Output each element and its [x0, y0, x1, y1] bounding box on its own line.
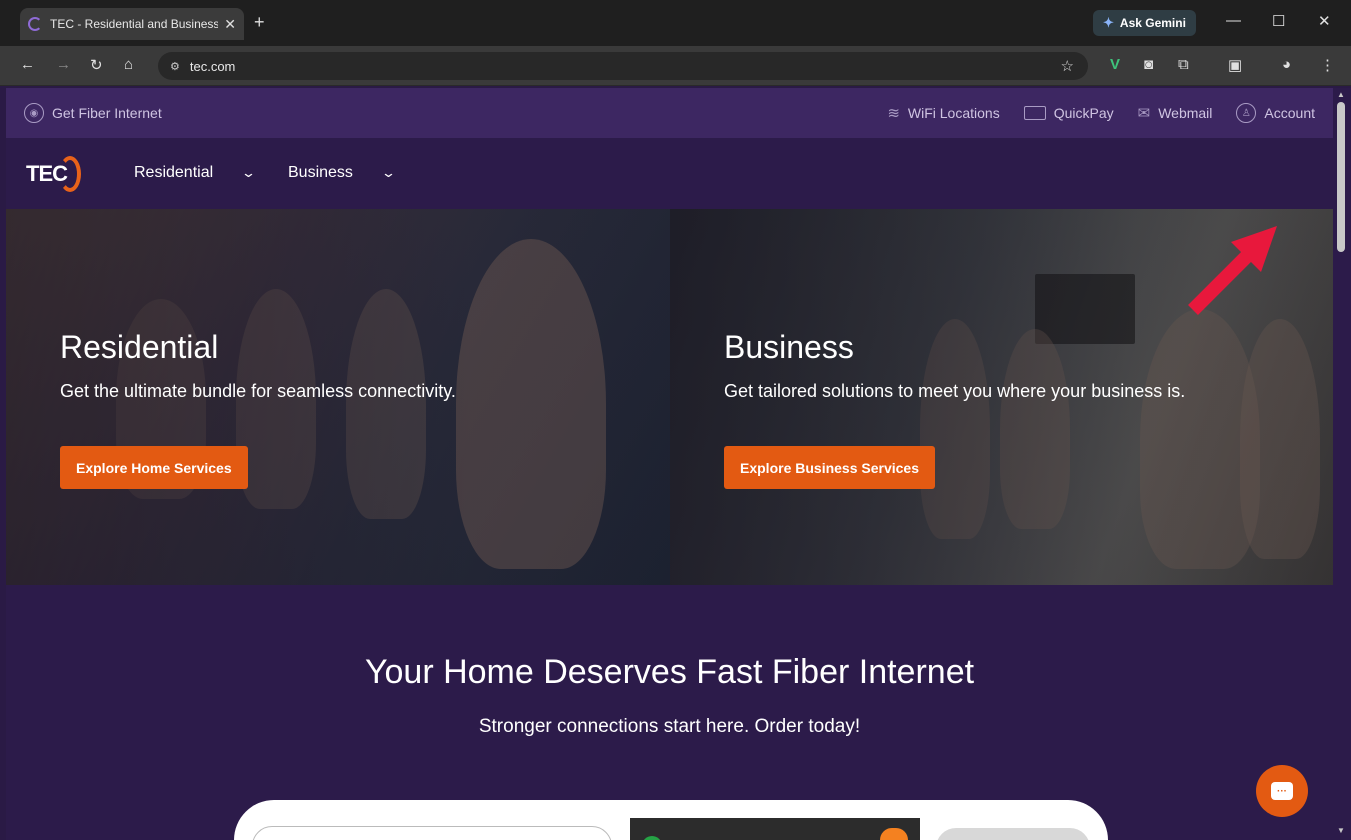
ask-gemini-button[interactable]: ✦ Ask Gemini [1093, 10, 1196, 36]
minimize-button[interactable]: — [1226, 12, 1241, 29]
address-bar[interactable]: ⚙ tec.com ☆ [158, 52, 1088, 80]
site-info-icon[interactable]: ⚙ [170, 60, 180, 73]
account-label: Account [1264, 105, 1315, 121]
logo-arc-icon [59, 156, 81, 192]
reload-icon[interactable]: ↻ [90, 56, 103, 74]
browser-menu-icon[interactable]: ⋮ [1320, 56, 1335, 74]
captcha-check-icon [642, 836, 662, 840]
fiber-signal-icon: ◉ [24, 103, 44, 123]
back-arrow-icon[interactable]: ← [20, 56, 35, 73]
scrollbar-thumb[interactable] [1337, 102, 1345, 252]
nav-residential-label: Residential [134, 164, 214, 181]
nav-residential[interactable]: Residential ⌄ [134, 164, 257, 182]
chat-button[interactable]: ··· [1256, 765, 1308, 817]
tec-logo[interactable]: TEC [26, 156, 81, 192]
address-input[interactable] [252, 826, 612, 840]
wifi-icon: ≋ [887, 105, 900, 122]
utility-bar: ◉ Get Fiber Internet ≋ WiFi Locations Qu… [6, 88, 1333, 138]
hero-business-title: Business [724, 329, 854, 365]
account-link[interactable]: ♙ Account [1236, 103, 1315, 123]
page-scrollbar[interactable]: ▲ ▼ [1333, 88, 1351, 840]
bookmark-star-icon[interactable]: ☆ [1061, 57, 1074, 75]
ask-gemini-label: Ask Gemini [1119, 16, 1186, 30]
card-icon [1023, 106, 1046, 120]
extensions-puzzle-icon[interactable]: ⧉ [1178, 56, 1189, 73]
profile-avatar-icon[interactable]: ◕ [1282, 56, 1291, 73]
maximize-button[interactable]: ☐ [1272, 12, 1285, 30]
wifi-locations-label: WiFi Locations [907, 105, 1000, 121]
tab-close-icon[interactable]: ✕ [224, 16, 236, 33]
fiber-section-subtitle: Stronger connections start here. Order t… [478, 716, 861, 737]
nav-business[interactable]: Business ⌄ [288, 164, 397, 182]
main-nav: TEC Residential ⌄ Business ⌄ [6, 138, 1333, 209]
wifi-locations-link[interactable]: ≋ WiFi Locations [887, 104, 999, 122]
tec-favicon-icon [28, 17, 42, 31]
browser-toolbar: ← → ↻ ⌂ ⚙ tec.com ☆ V ◙ ⧉ ▣ ◕ ⋮ [0, 46, 1351, 86]
nav-business-label: Business [288, 164, 353, 181]
webmail-link[interactable]: ✉ Webmail [1138, 104, 1213, 122]
hero-residential-title: Residential [60, 329, 219, 365]
explore-home-services-button[interactable]: Explore Home Services [60, 446, 248, 489]
quickpay-link[interactable]: QuickPay [1023, 105, 1114, 121]
camera-extension-icon[interactable]: ◙ [1144, 56, 1153, 73]
tab-search-icon[interactable]: ▣ [1228, 56, 1242, 74]
hero-residential: Residential Get the ultimate bundle for … [6, 209, 670, 585]
close-window-button[interactable]: ✕ [1318, 12, 1331, 30]
gemini-sparkle-icon: ✦ [1103, 15, 1114, 30]
chevron-down-icon: ⌄ [380, 165, 397, 180]
webmail-label: Webmail [1158, 105, 1213, 121]
get-fiber-link[interactable]: ◉ Get Fiber Internet [24, 103, 162, 123]
scroll-up-icon[interactable]: ▲ [1337, 90, 1345, 99]
fiber-section-title: Your Home Deserves Fast Fiber Internet [364, 653, 975, 691]
url-text: tec.com [189, 58, 236, 74]
annotation-arrow-icon [1188, 226, 1277, 315]
vue-extension-icon[interactable]: V [1110, 56, 1120, 73]
forward-arrow-icon[interactable]: → [56, 56, 71, 73]
address-check-card [234, 800, 1108, 840]
check-availability-button[interactable] [936, 828, 1090, 840]
explore-business-services-button[interactable]: Explore Business Services [724, 446, 935, 489]
cloudflare-logo-icon [880, 828, 908, 840]
new-tab-button[interactable]: + [254, 12, 265, 33]
user-icon: ♙ [1236, 103, 1257, 123]
get-fiber-label: Get Fiber Internet [52, 105, 162, 121]
scroll-down-icon[interactable]: ▼ [1337, 826, 1345, 835]
quickpay-label: QuickPay [1053, 105, 1114, 121]
mail-icon: ✉ [1137, 105, 1151, 122]
home-icon[interactable]: ⌂ [124, 56, 133, 73]
browser-tab-bar: TEC - Residential and Business I ✕ + ✦ A… [0, 0, 1351, 46]
page-viewport: ◉ Get Fiber Internet ≋ WiFi Locations Qu… [6, 88, 1333, 840]
hero-business-subtitle: Get tailored solutions to meet you where… [724, 381, 1186, 401]
chevron-down-icon: ⌄ [240, 165, 257, 180]
browser-tab[interactable]: TEC - Residential and Business I ✕ [20, 8, 244, 40]
chat-bubble-icon: ··· [1271, 782, 1293, 800]
hero-residential-subtitle: Get the ultimate bundle for seamless con… [60, 381, 456, 401]
captcha-widget[interactable] [630, 818, 920, 840]
tab-title: TEC - Residential and Business I [50, 17, 219, 31]
